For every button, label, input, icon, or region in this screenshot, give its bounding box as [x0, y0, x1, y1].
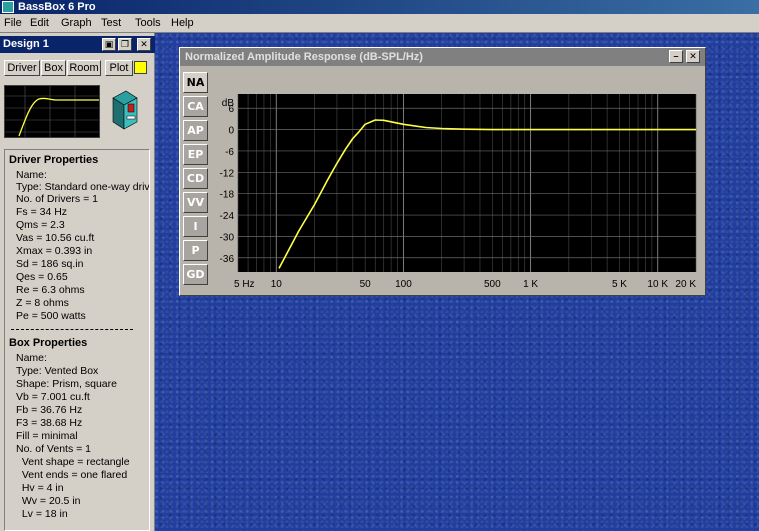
box-property: No. of Vents = 1 [16, 443, 92, 455]
tab-room[interactable]: Room [67, 60, 101, 76]
graph-tab-p[interactable]: P [183, 240, 208, 261]
driver-property: Qms = 2.3 [16, 219, 65, 231]
driver-property: Type: Standard one-way driv [16, 181, 150, 193]
tab-plot[interactable]: Plot [105, 60, 133, 76]
close-icon[interactable]: ✕ [686, 50, 700, 63]
menu-graph[interactable]: Graph [59, 16, 94, 31]
graph-tab-vv[interactable]: VV [183, 192, 208, 213]
x-tick-label: 100 [395, 279, 412, 290]
tab-box[interactable]: Box [41, 60, 66, 76]
graph-tab-ap[interactable]: AP [183, 120, 208, 141]
menu-test[interactable]: Test [99, 16, 123, 31]
graph-tab-gd[interactable]: GD [183, 264, 208, 285]
properties-list: Driver Properties Name: Type: Standard o… [4, 149, 150, 531]
x-tick-label: 5 K [612, 279, 627, 290]
driver-property: No. of Drivers = 1 [16, 193, 98, 205]
menubar: File Edit Graph Test Tools Help [0, 14, 759, 33]
y-tick-label: -36 [220, 254, 235, 265]
box-property: Hv = 4 in [16, 482, 64, 494]
x-tick-label: 50 [360, 279, 372, 290]
x-tick-label: 1 K [523, 279, 538, 290]
driver-property: Xmax = 0.393 in [16, 245, 93, 257]
design-titlebar: Design 1 ▣ ❐ ✕ [0, 36, 155, 53]
box-property: Type: Vented Box [16, 365, 99, 377]
graph-titlebar: Normalized Amplitude Response (dB-SPL/Hz… [180, 48, 705, 66]
driver-property: Name: [16, 169, 47, 181]
restore-icon[interactable]: ❐ [118, 38, 132, 51]
plot-color-swatch[interactable] [134, 61, 147, 74]
driver-property: Vas = 10.56 cu.ft [16, 232, 95, 244]
box-property: F3 = 38.68 Hz [16, 417, 83, 429]
y-tick-label: 6 [228, 104, 234, 115]
box-property: Fill = minimal [16, 430, 78, 442]
plot-background [238, 94, 696, 272]
graph-tab-cd[interactable]: CD [183, 168, 208, 189]
driver-properties-heading: Driver Properties [9, 154, 99, 166]
minimize-icon[interactable]: – [669, 50, 683, 63]
save-icon[interactable]: ▣ [102, 38, 116, 51]
chart-svg: dB60-6-12-18-24-30-365 Hz 10 50 100 500 1 K5 … [220, 94, 696, 290]
graph-title: Normalized Amplitude Response (dB-SPL/Hz… [185, 51, 423, 63]
box-property: Vent shape = rectangle [16, 456, 130, 468]
amplitude-response-chart: dB 6 0 -6 -12 -18 -24 -30 -36 5 Hz 10 50 100 500 1 K5 … [210, 72, 702, 294]
design-panel: Design 1 ▣ ❐ ✕ Driver Box Room Plot Driv [0, 33, 155, 531]
menu-edit[interactable]: Edit [28, 16, 51, 31]
driver-property: Sd = 186 sq.in [16, 258, 84, 270]
box-property: Vb = 7.001 cu.ft [16, 391, 90, 403]
properties-divider [11, 329, 133, 330]
box-property: Fb = 36.76 Hz [16, 404, 83, 416]
app-title: BassBox 6 Pro [18, 1, 96, 13]
box-properties-heading: Box Properties [9, 337, 88, 349]
driver-property: Fs = 34 Hz [16, 206, 68, 218]
y-tick-label: -24 [220, 211, 235, 222]
thumbnail-plot[interactable] [4, 85, 100, 138]
driver-property: Re = 6.3 ohms [16, 284, 85, 296]
driver-property: Qes = 0.65 [16, 271, 68, 283]
graph-window: Normalized Amplitude Response (dB-SPL/Hz… [179, 47, 706, 296]
menu-tools[interactable]: Tools [133, 16, 163, 31]
y-tick-label: -18 [220, 190, 235, 201]
box-property: Lv = 18 in [16, 508, 68, 520]
app-titlebar: BassBox 6 Pro [0, 0, 759, 14]
box-property: Name: [16, 352, 47, 364]
x-tick-label: 10 [271, 279, 283, 290]
driver-property: Pe = 500 watts [16, 310, 86, 322]
y-tick-label: -6 [225, 147, 234, 158]
menu-help[interactable]: Help [169, 16, 196, 31]
y-tick-label: -30 [220, 232, 235, 243]
box-property: Vent ends = one flared [16, 469, 128, 481]
app-icon [2, 1, 14, 13]
design-title: Design 1 [3, 38, 49, 50]
graph-tab-i[interactable]: I [183, 216, 208, 237]
close-icon[interactable]: ✕ [137, 38, 151, 51]
y-tick-label: -12 [220, 168, 235, 179]
x-tick-label: 500 [484, 279, 501, 290]
menu-file[interactable]: File [2, 16, 24, 31]
tab-driver[interactable]: Driver [4, 60, 40, 76]
graph-tab-ep[interactable]: EP [183, 144, 208, 165]
x-tick-label: 20 K [675, 279, 696, 290]
driver-property: Z = 8 ohms [16, 297, 69, 309]
box-property: Wv = 20.5 in [16, 495, 81, 507]
x-tick-label: 5 Hz [234, 279, 255, 290]
box-property: Shape: Prism, square [16, 378, 117, 390]
speaker-box-icon[interactable] [112, 90, 138, 130]
x-tick-label: 10 K [647, 279, 668, 290]
graph-tab-na[interactable]: NA [183, 72, 208, 93]
graph-tab-ca[interactable]: CA [183, 96, 208, 117]
y-tick-label: 0 [228, 126, 234, 137]
